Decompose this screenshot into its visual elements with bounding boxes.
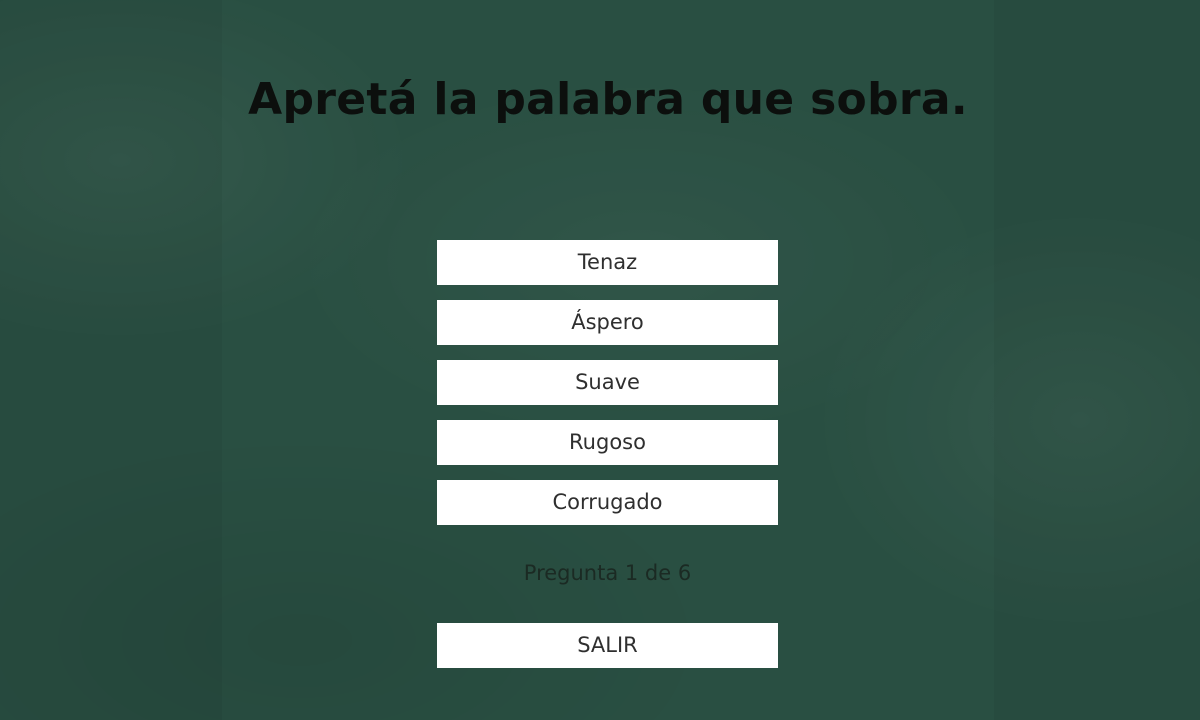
option-button-tenaz[interactable]: Tenaz <box>437 240 778 285</box>
question-progress: Pregunta 1 de 6 <box>523 561 692 585</box>
option-button-corrugado[interactable]: Corrugado <box>437 480 778 525</box>
answer-options: Tenaz Áspero Suave Rugoso Corrugado <box>437 240 778 540</box>
exit-button[interactable]: SALIR <box>437 623 778 668</box>
option-button-aspero[interactable]: Áspero <box>437 300 778 345</box>
option-button-suave[interactable]: Suave <box>437 360 778 405</box>
option-button-rugoso[interactable]: Rugoso <box>437 420 778 465</box>
question-prompt: Apretá la palabra que sobra. <box>248 74 968 125</box>
